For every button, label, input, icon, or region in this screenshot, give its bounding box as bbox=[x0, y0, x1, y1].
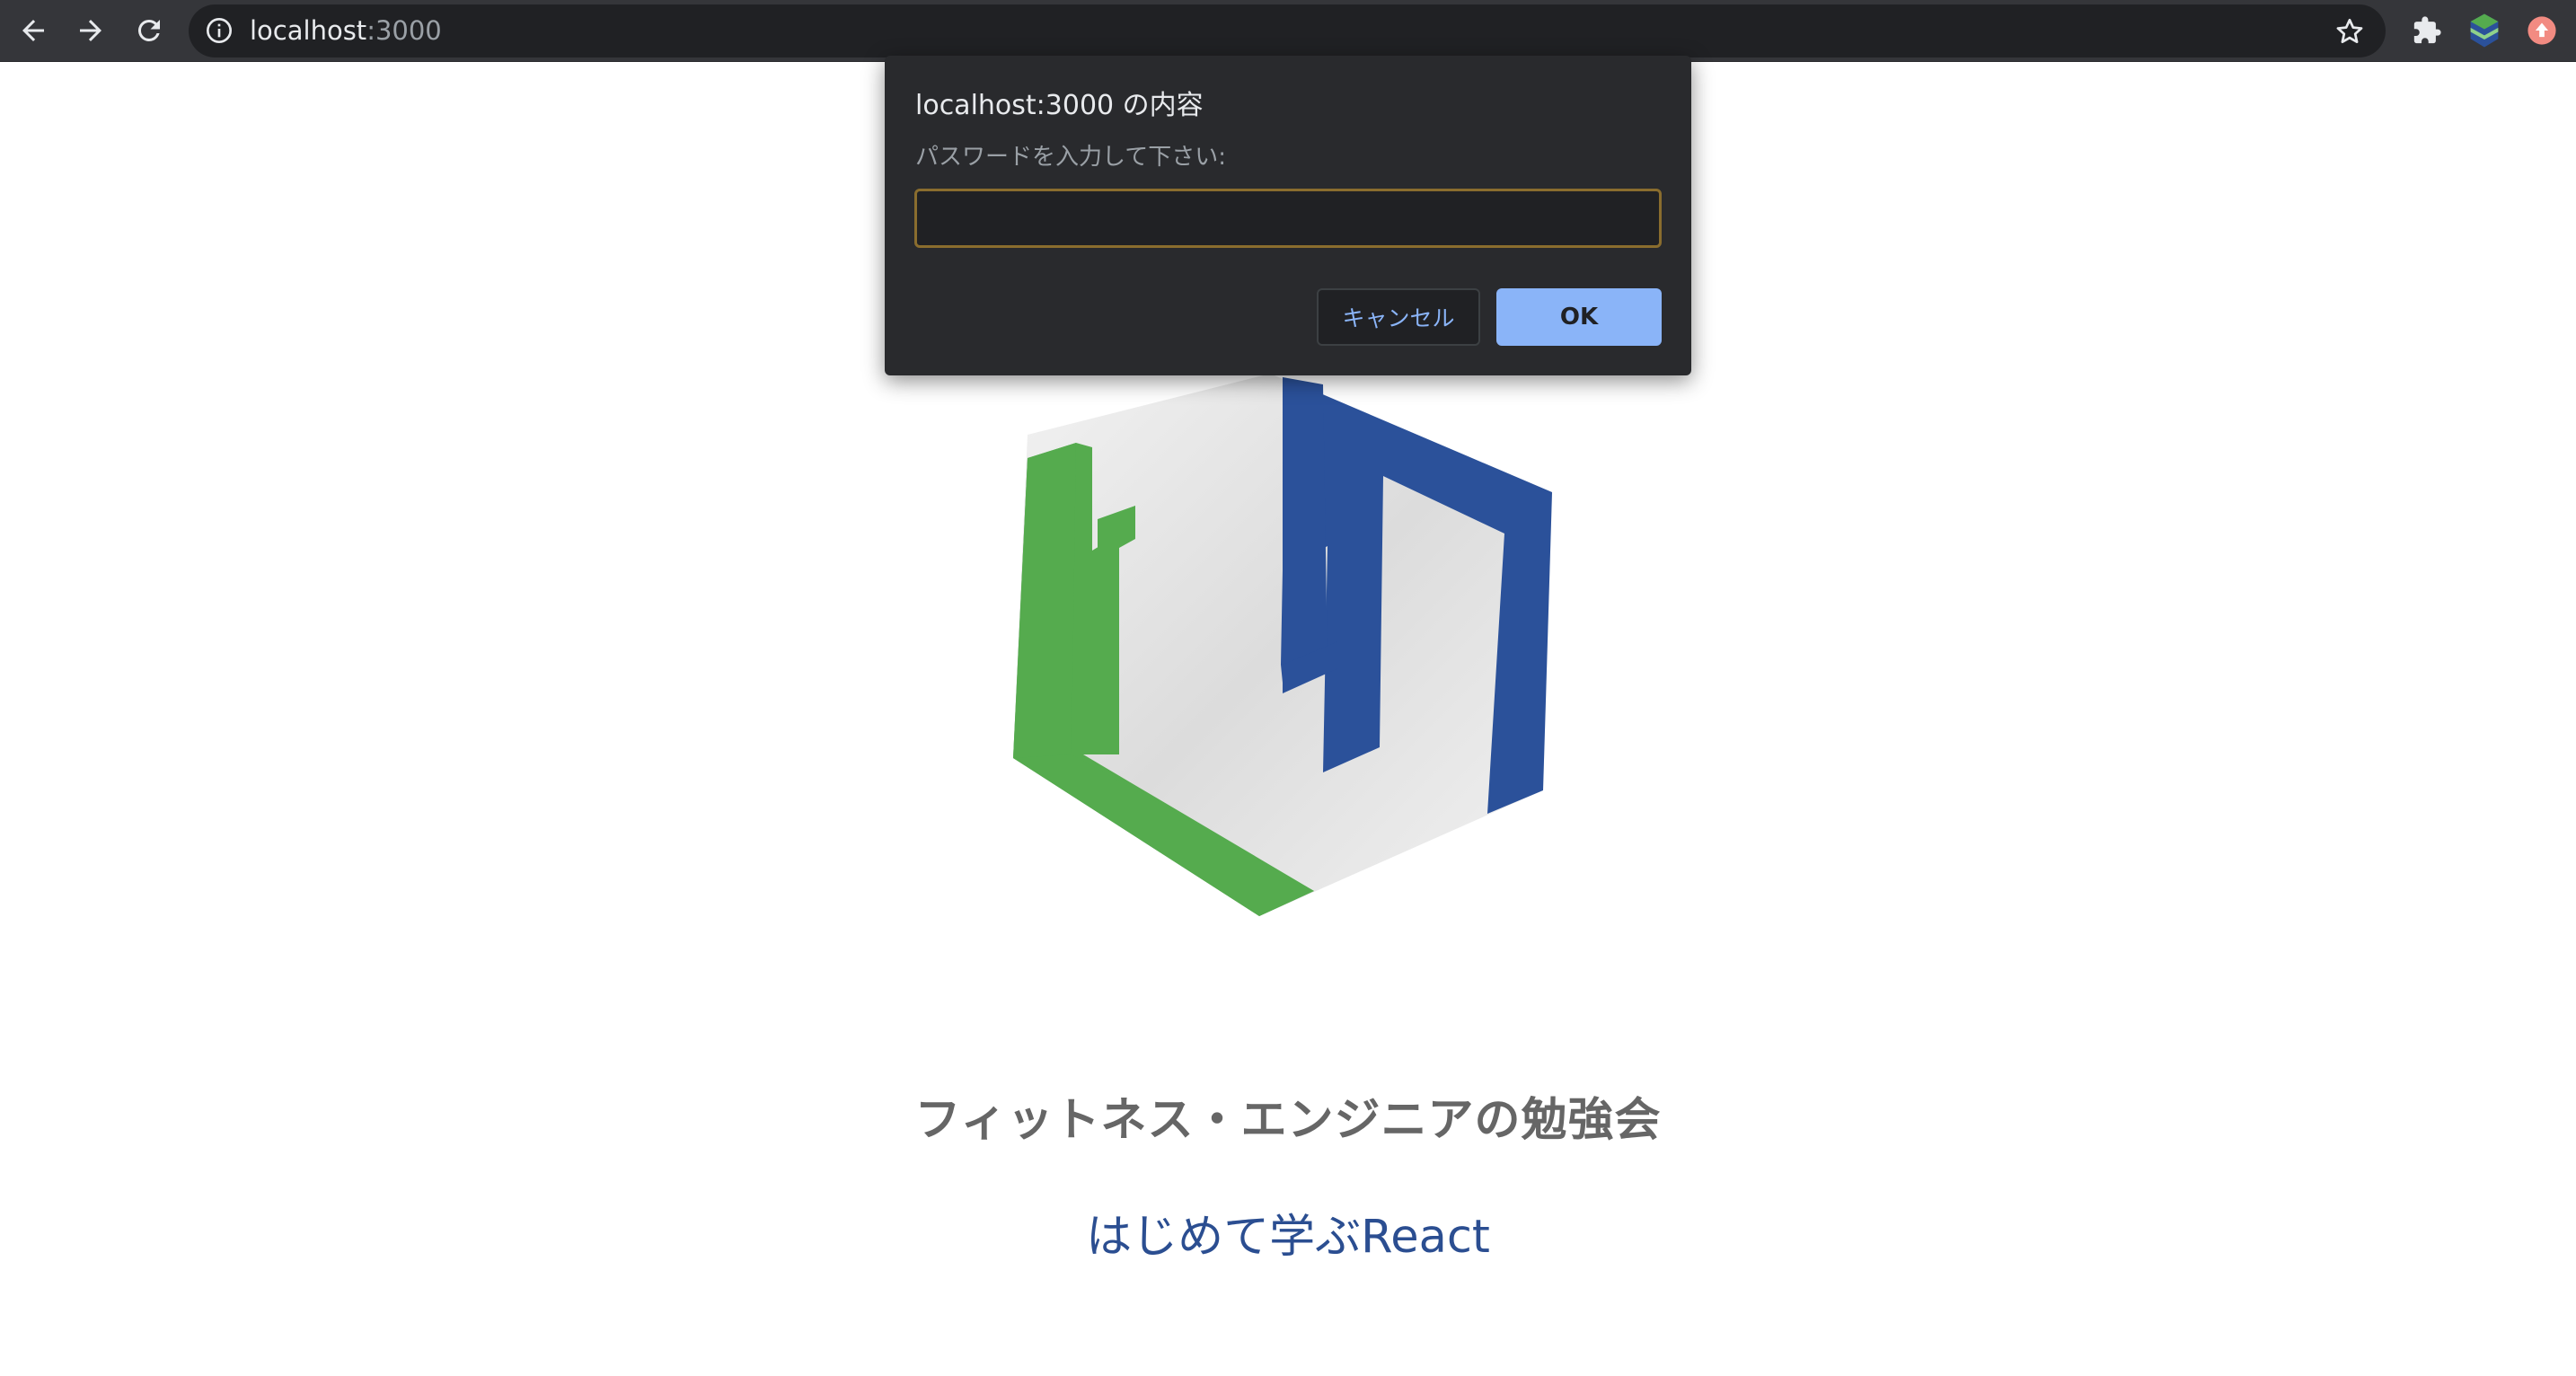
page-heading[interactable]: はじめて学ぶReact bbox=[0, 1199, 2576, 1266]
url-text[interactable]: localhost:3000 bbox=[250, 4, 442, 57]
arrow-right-icon bbox=[80, 20, 101, 41]
back-button[interactable] bbox=[8, 5, 58, 56]
ok-button[interactable]: OK bbox=[1496, 288, 1662, 346]
address-bar[interactable]: localhost:3000 bbox=[189, 4, 2386, 57]
forward-button[interactable] bbox=[66, 5, 116, 56]
url-host: localhost bbox=[250, 15, 367, 46]
hexagon-logo-icon bbox=[1013, 374, 1552, 916]
star-icon[interactable] bbox=[2333, 15, 2366, 48]
url-port: :3000 bbox=[366, 15, 442, 46]
browser-toolbar: localhost:3000 bbox=[0, 0, 2576, 62]
layered-hexagon-extension-icon bbox=[2470, 13, 2499, 48]
cancel-button[interactable]: キャンセル bbox=[1317, 288, 1480, 346]
puzzle-icon bbox=[2413, 16, 2441, 44]
dialog-message: パスワードを入力して下さい: bbox=[915, 144, 1226, 171]
password-prompt-dialog: localhost:3000 の内容 パスワードを入力して下さい: キャンセル … bbox=[885, 56, 1691, 375]
extension-button-hexagon[interactable] bbox=[2465, 11, 2504, 50]
arrow-left-icon bbox=[22, 20, 44, 41]
password-input[interactable] bbox=[914, 189, 1662, 248]
extensions-button[interactable] bbox=[2407, 11, 2447, 50]
red-circle-extension-icon bbox=[2527, 16, 2556, 45]
dialog-title: localhost:3000 の内容 bbox=[915, 90, 1204, 121]
extension-button-red[interactable] bbox=[2522, 11, 2562, 50]
study-group-subtitle: フィットネス・エンジニアの勉強会 bbox=[914, 1094, 1662, 1147]
reload-button[interactable] bbox=[124, 5, 174, 56]
info-icon[interactable] bbox=[205, 16, 234, 45]
reload-icon bbox=[137, 19, 160, 41]
